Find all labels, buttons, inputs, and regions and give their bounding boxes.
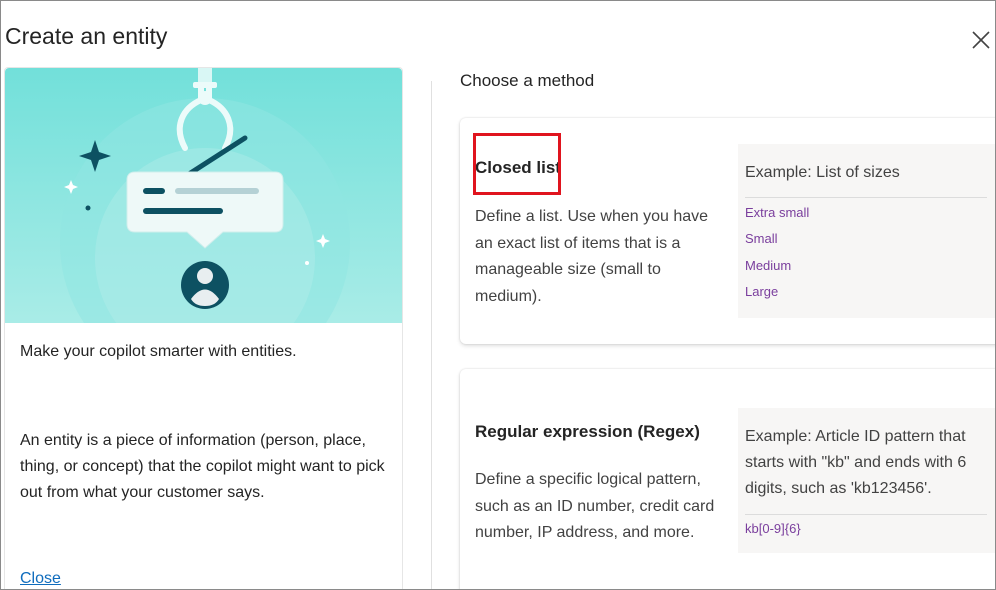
example-item: Small	[745, 231, 778, 246]
entity-illustration	[5, 68, 402, 323]
vertical-divider	[431, 81, 432, 589]
regex-description: Define a specific logical pattern, such …	[475, 471, 715, 541]
example-separator	[745, 514, 987, 515]
create-entity-dialog: Create an entity Make your copilot smart…	[0, 0, 996, 590]
entity-description-text: An entity is a piece of information (per…	[20, 432, 385, 501]
regex-example: Example: Article ID pattern that starts …	[738, 408, 995, 553]
example-item: kb[0-9]{6}	[745, 521, 801, 536]
entity-intro-text: Make your copilot smarter with entities.	[20, 343, 297, 360]
example-item: Large	[745, 284, 779, 299]
dialog-title: Create an entity	[5, 23, 168, 49]
closed-list-example: Example: List of sizes Extra small Small…	[738, 144, 995, 318]
example-item: Medium	[745, 258, 792, 273]
closed-list-card[interactable]: Closed list Define a list. Use when you …	[460, 118, 995, 344]
closed-list-title: Closed list	[475, 158, 561, 177]
regex-title: Regular expression (Regex)	[475, 422, 700, 441]
example-separator	[745, 197, 987, 198]
entity-info-panel: Make your copilot smarter with entities.…	[4, 67, 403, 589]
close-icon[interactable]	[967, 27, 993, 53]
closed-list-example-title: Example: List of sizes	[745, 164, 900, 181]
choose-method-heading: Choose a method	[460, 71, 595, 90]
close-link[interactable]: Close	[20, 570, 61, 588]
closed-list-description: Define a list. Use when you have an exac…	[475, 208, 709, 305]
regex-example-title: Example: Article ID pattern that starts …	[745, 428, 967, 497]
example-item: Extra small	[745, 205, 810, 220]
regex-card[interactable]: Regular expression (Regex) Define a spec…	[460, 369, 995, 589]
